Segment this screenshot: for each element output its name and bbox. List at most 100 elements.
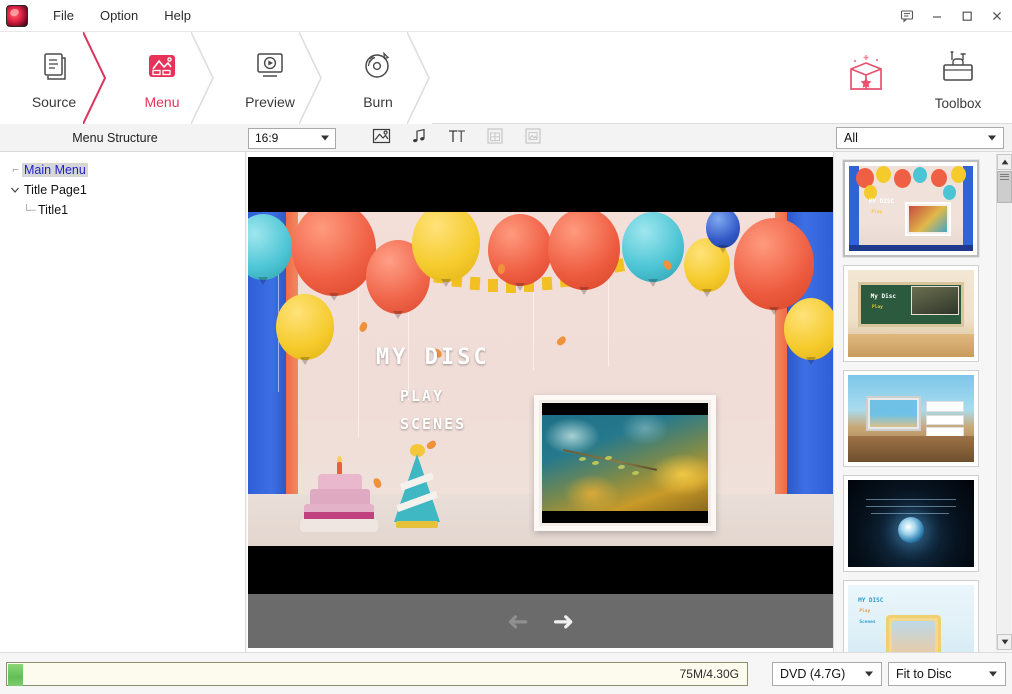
toolbox-icon — [936, 46, 980, 90]
template-thumbnail: MY DISC Play — [849, 166, 973, 251]
scrollbar-thumb[interactable] — [997, 171, 1012, 203]
template-card-baby[interactable]: MY DISC Play Scenes — [843, 580, 979, 652]
text-line — [865, 506, 957, 508]
template-gallery-panel: MY DISC Play My Disc Play MY DISC Play S… — [835, 152, 1012, 652]
frame-grid-icon — [486, 127, 504, 150]
birthday-cake-graphic — [300, 456, 378, 532]
monitor-play-icon — [253, 46, 287, 86]
text-style-button[interactable] — [441, 126, 473, 150]
thumbnail-inner — [542, 403, 708, 523]
text-line — [865, 499, 957, 501]
step-divider — [299, 32, 325, 124]
gift-box-button[interactable] — [820, 32, 912, 124]
balloon — [706, 212, 740, 248]
music-note-icon — [410, 127, 428, 150]
thumbnail-icon — [524, 127, 542, 150]
tree-elbow-icon: └┄ — [22, 204, 36, 217]
maximize-icon[interactable] — [952, 0, 982, 32]
menu-option[interactable]: Option — [87, 4, 151, 27]
template-screen-image — [891, 620, 936, 652]
arrow-right-icon[interactable]: ➜ — [553, 608, 575, 634]
status-bar: 75M/4.30G DVD (4.7G) Fit to Disc — [0, 652, 1012, 694]
menu-canvas[interactable]: MY DISC PLAY SCENES — [248, 157, 833, 594]
glowing-disc — [898, 517, 924, 544]
step-preview[interactable]: Preview — [216, 32, 324, 124]
template-card-beach[interactable] — [843, 370, 979, 467]
template-list: MY DISC Play My Disc Play MY DISC Play S… — [843, 160, 989, 652]
leaf-graphic — [578, 457, 586, 462]
template-sub: Play — [871, 304, 883, 310]
title-bar: File Option Help — [0, 0, 1012, 32]
background-image-button[interactable] — [365, 126, 397, 150]
balloon — [784, 298, 833, 360]
feedback-icon[interactable] — [892, 0, 922, 32]
balloon — [548, 212, 620, 290]
chevron-down-icon[interactable] — [8, 185, 22, 195]
menu-help[interactable]: Help — [151, 4, 204, 27]
close-icon[interactable] — [982, 0, 1012, 32]
frame-layout-button — [479, 126, 511, 150]
template-sub2: Scenes — [859, 619, 876, 625]
disc-usage-progress: 75M/4.30G — [6, 662, 748, 686]
menu-video-thumbnail[interactable] — [534, 395, 716, 531]
tree-item-label: Title1 — [38, 203, 69, 217]
menu-bar: File Option Help — [40, 4, 204, 27]
arrow-left-icon[interactable]: ➜ — [507, 606, 529, 636]
template-card-classroom[interactable]: My Disc Play — [843, 265, 979, 362]
tree-item-main-menu[interactable]: ⌐ Main Menu — [0, 160, 245, 180]
step-menu[interactable]: Menu — [108, 32, 216, 124]
tree-item-label: Title Page1 — [24, 183, 87, 197]
text-line — [870, 513, 949, 515]
step-menu-label: Menu — [144, 94, 180, 110]
banner-flag — [541, 276, 553, 291]
banner-flag — [469, 276, 481, 291]
scroll-up-icon[interactable] — [997, 154, 1012, 170]
step-burn[interactable]: Burn — [324, 32, 432, 124]
step-source-label: Source — [31, 94, 77, 110]
step-divider — [191, 32, 217, 124]
progress-fill — [8, 664, 23, 686]
template-filter-value: All — [844, 131, 858, 145]
template-screen — [865, 395, 922, 431]
template-filter-select[interactable]: All — [836, 127, 1004, 149]
window-controls — [892, 0, 1012, 32]
menu-file[interactable]: File — [40, 4, 87, 27]
banner-flag — [488, 279, 498, 292]
template-title: MY DISC — [868, 198, 895, 206]
party-hat-graphic — [394, 444, 440, 528]
menu-play-button-text[interactable]: PLAY — [400, 387, 444, 405]
template-screen-image — [908, 205, 947, 232]
template-title: My Disc — [870, 292, 896, 300]
sign-title — [926, 401, 964, 413]
template-footer-bar — [849, 245, 973, 251]
disc-type-select[interactable]: DVD (4.7G) — [772, 662, 882, 686]
disc-type-value: DVD (4.7G) — [780, 667, 846, 681]
confetti — [555, 335, 568, 347]
template-scrollbar[interactable] — [996, 154, 1012, 650]
document-stack-icon — [37, 46, 71, 86]
quality-value: Fit to Disc — [896, 667, 952, 681]
minimize-icon[interactable] — [922, 0, 952, 32]
menu-background: MY DISC PLAY SCENES — [248, 212, 833, 546]
balloon-string — [608, 272, 609, 367]
toolbox-button[interactable]: Toolbox — [912, 32, 1004, 124]
desk-row — [848, 334, 974, 357]
chevron-down-icon — [321, 135, 329, 141]
ribbon-bar: Source Menu Preview Burn Toolbox — [0, 32, 1012, 124]
tree-item-title1[interactable]: └┄ Title1 — [0, 200, 245, 220]
menu-scenes-button-text[interactable]: SCENES — [400, 415, 466, 433]
menu-title-text[interactable]: MY DISC — [376, 345, 490, 370]
template-card-dark-disc[interactable] — [843, 475, 979, 572]
template-card-birthday[interactable]: MY DISC Play — [843, 160, 979, 257]
background-music-button[interactable] — [403, 126, 435, 150]
quality-select[interactable]: Fit to Disc — [888, 662, 1006, 686]
cake-band — [304, 512, 374, 519]
disc-usage-text: 75M/4.30G — [679, 667, 739, 681]
template-sub: Play — [859, 609, 871, 615]
scroll-down-icon[interactable] — [997, 634, 1012, 650]
aspect-ratio-select[interactable]: 16:9 — [248, 127, 336, 149]
menu-edit-toolbar: 16:9 — [248, 124, 552, 152]
chevron-down-icon — [988, 135, 996, 141]
tree-item-title-page1[interactable]: Title Page1 — [0, 180, 245, 200]
step-source[interactable]: Source — [0, 32, 108, 124]
